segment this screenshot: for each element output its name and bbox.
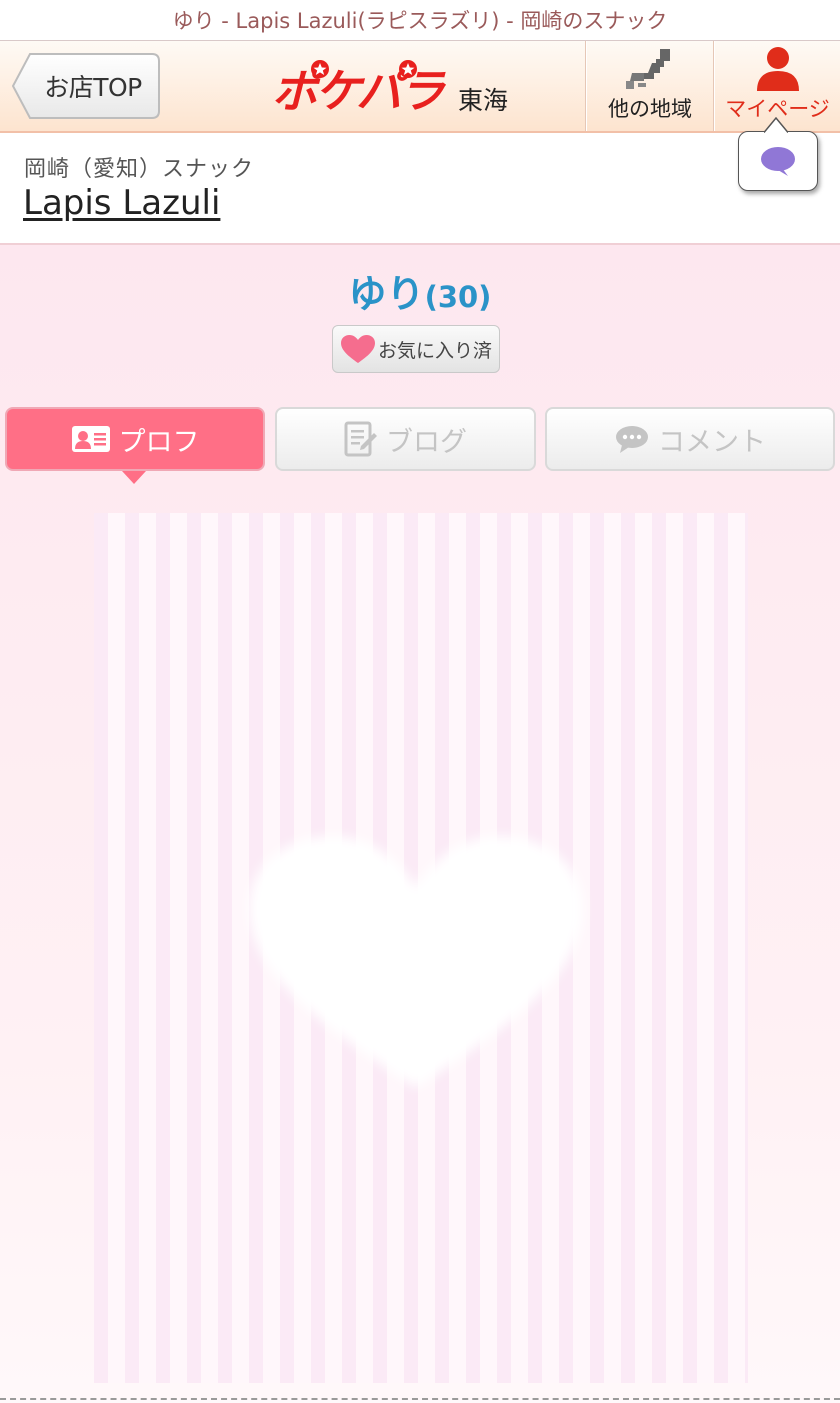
shop-info: 岡崎（愛知）スナック Lapis Lazuli [0, 133, 840, 245]
profile-photo-placeholder [94, 513, 748, 1383]
user-icon [756, 47, 799, 91]
active-tab-pointer [122, 471, 146, 484]
tab-blog-label: ブログ [386, 426, 467, 458]
bubble-tail-icon [764, 117, 788, 133]
profile-card-icon [71, 426, 110, 452]
back-label: お店TOP [44, 73, 142, 102]
tab-profile[interactable]: プロフ [5, 407, 265, 471]
svg-text:ポケパラ: ポケパラ [272, 64, 446, 117]
profile-content: ゆり(30) お気に入り済 プロフ ブログ コメント [0, 245, 840, 1403]
page-title: ゆり - Lapis Lazuli(ラピスラズリ) - 岡崎のスナック [0, 0, 840, 41]
shop-name-link[interactable]: Lapis Lazuli [23, 183, 220, 223]
chat-bubble-icon [761, 147, 795, 176]
other-region-label: 他の地域 [608, 97, 692, 121]
logo-mark-icon: ポケパラ [272, 60, 449, 118]
region-name: 東海 [458, 86, 509, 115]
girl-name-heading: ゆり(30) [0, 263, 840, 318]
divider [585, 41, 587, 131]
shop-top-back-button[interactable]: お店TOP [12, 53, 160, 119]
site-header: お店TOP ポケパラ 東海 他の地域 マイページ [0, 41, 840, 133]
girl-age: (30) [424, 280, 492, 314]
other-region-button[interactable]: 他の地域 [587, 41, 713, 131]
tab-blog[interactable]: ブログ [275, 407, 536, 471]
chat-notification-bubble[interactable] [738, 131, 818, 191]
tab-profile-label: プロフ [118, 426, 200, 458]
tab-comment-label: コメント [658, 426, 766, 458]
shop-category: 岡崎（愛知）スナック [24, 157, 255, 182]
favorite-label: お気に入り済 [377, 339, 492, 362]
divider [713, 41, 715, 131]
japan-map-icon [626, 49, 670, 89]
favorite-button[interactable]: お気に入り済 [332, 325, 500, 373]
comment-bubble-icon [616, 426, 648, 453]
heart-icon [340, 335, 375, 363]
heart-placeholder-icon [249, 836, 583, 1088]
tab-comment[interactable]: コメント [545, 407, 835, 471]
footer-divider [0, 1398, 840, 1400]
girl-name: ゆり [348, 272, 425, 316]
blog-memo-icon [344, 421, 377, 457]
